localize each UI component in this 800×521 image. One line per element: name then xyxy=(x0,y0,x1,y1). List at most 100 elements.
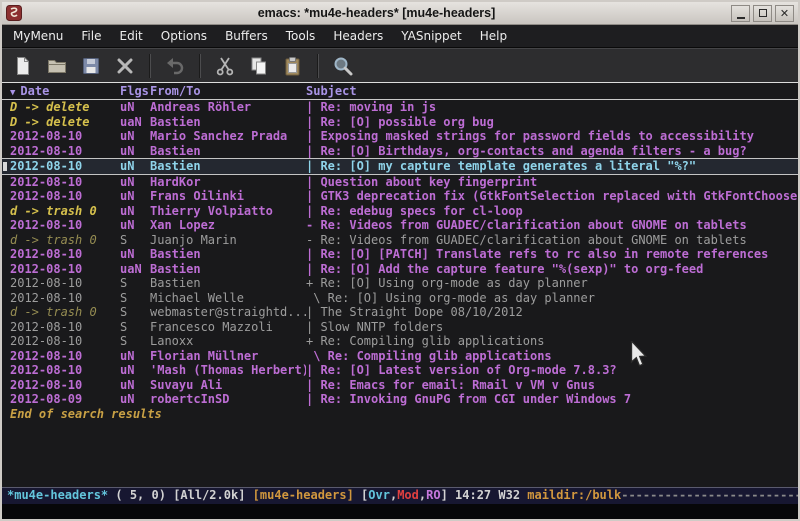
menu-item-edit[interactable]: Edit xyxy=(111,26,152,46)
message-flags: uN xyxy=(120,363,150,378)
message-flags: uN xyxy=(120,392,150,407)
message-flags: S xyxy=(120,334,150,349)
modeline-week-number: W32 xyxy=(498,488,527,502)
window-controls: ✕ xyxy=(731,5,794,22)
toolbar-separator xyxy=(317,54,319,78)
message-row[interactable]: 2012-08-09uNrobertcInSD| Re: Invoking Gn… xyxy=(2,392,798,407)
message-subject: \ Re: [O] Using org-mode as day planner xyxy=(306,291,798,306)
message-flags: uN xyxy=(120,159,150,174)
message-date-mark: 2012-08-10 xyxy=(10,144,120,159)
mode-line: *mu4e-headers* ( 5, 0) [All/2.0k] [mu4e-… xyxy=(2,487,798,504)
message-row[interactable]: 2012-08-10uNXan Lopez- Re: Videos from G… xyxy=(2,218,798,233)
modeline-bracket-close: ] xyxy=(441,488,455,502)
message-row[interactable]: 2012-08-10SBastien+ Re: [O] Using org-mo… xyxy=(2,276,798,291)
message-row[interactable]: d -> trash 0uNThierry Volpiatto| Re: ede… xyxy=(2,204,798,219)
title-bar[interactable]: emacs: *mu4e-headers* [mu4e-headers] ✕ xyxy=(2,2,798,25)
message-flags: uN xyxy=(120,100,150,115)
message-subject: | Re: moving in js xyxy=(306,100,798,115)
message-flags: uN xyxy=(120,247,150,262)
paste-icon[interactable] xyxy=(278,51,308,81)
menu-item-help[interactable]: Help xyxy=(471,26,516,46)
open-folder-icon[interactable] xyxy=(42,51,72,81)
menu-item-tools[interactable]: Tools xyxy=(277,26,325,46)
menu-item-yasnippet[interactable]: YASnippet xyxy=(392,26,471,46)
close-button[interactable]: ✕ xyxy=(775,5,794,22)
message-flags: uN xyxy=(120,129,150,144)
message-subject: | Re: [O] my capture template generates … xyxy=(306,159,798,174)
undo-icon[interactable] xyxy=(160,51,190,81)
message-from: Lanoxx xyxy=(150,334,306,349)
message-flags: uN xyxy=(120,349,150,364)
message-subject: | GTK3 deprecation fix (GtkFontSelection… xyxy=(306,189,798,204)
header-line: ▼Date Flgs From/To Subject xyxy=(2,83,798,100)
message-flags: uN xyxy=(120,189,150,204)
message-date-mark: 2012-08-09 xyxy=(10,392,120,407)
message-date-mark: d -> trash 0 xyxy=(10,305,120,320)
copy-icon[interactable] xyxy=(244,51,274,81)
message-subject: | Re: [O] Birthdays, org-contacts and ag… xyxy=(306,144,798,159)
message-flags: S xyxy=(120,276,150,291)
message-row[interactable]: d -> trash 0Swebmaster@straightd...| The… xyxy=(2,305,798,320)
cut-icon[interactable] xyxy=(210,51,240,81)
menu-item-options[interactable]: Options xyxy=(152,26,216,46)
message-row[interactable]: 2012-08-10uNBastien| Re: [O] Birthdays, … xyxy=(2,144,798,159)
message-flags: uN xyxy=(120,204,150,219)
message-subject: | Re: [O] [PATCH] Translate refs to rc a… xyxy=(306,247,798,262)
message-date-mark: 2012-08-10 xyxy=(10,363,120,378)
message-subject: | Re: [O] Latest version of Org-mode 7.8… xyxy=(306,363,798,378)
message-row[interactable]: 2012-08-10uNMario Sanchez Prada| Exposin… xyxy=(2,129,798,144)
message-from: Bastien xyxy=(150,276,306,291)
message-row[interactable]: 2012-08-10uNBastien| Re: [O] my capture … xyxy=(2,158,798,175)
menu-item-mymenu[interactable]: MyMenu xyxy=(4,26,72,46)
new-file-icon[interactable] xyxy=(8,51,38,81)
message-date-mark: 2012-08-10 xyxy=(10,291,120,306)
message-from: Mario Sanchez Prada xyxy=(150,129,306,144)
save-icon[interactable] xyxy=(76,51,106,81)
message-row[interactable]: 2012-08-10SLanoxx+ Re: Compiling glib ap… xyxy=(2,334,798,349)
message-row[interactable]: 2012-08-10uN'Mash (Thomas Herbert)| Re: … xyxy=(2,363,798,378)
message-from: Xan Lopez xyxy=(150,218,306,233)
message-from: 'Mash (Thomas Herbert) xyxy=(150,363,306,378)
message-from: Florian Müllner xyxy=(150,349,306,364)
message-row[interactable]: 2012-08-10uNFlorian Müllner \ Re: Compil… xyxy=(2,349,798,364)
message-from: Michael Welle xyxy=(150,291,306,306)
message-date-mark: 2012-08-10 xyxy=(10,218,120,233)
end-of-results-text: End of search results xyxy=(2,407,798,422)
maximize-button[interactable] xyxy=(753,5,772,22)
message-subject: | Re: [O] possible org bug xyxy=(306,115,798,130)
close-icon[interactable] xyxy=(110,51,140,81)
message-row[interactable]: d -> trash 0SJuanjo Marin- Re: Videos fr… xyxy=(2,233,798,248)
toolbar-separator xyxy=(199,54,201,78)
message-date-mark: d -> trash 0 xyxy=(10,233,120,248)
toolbar-separator xyxy=(149,54,151,78)
search-icon[interactable] xyxy=(328,51,358,81)
message-row[interactable]: 2012-08-10uNHardKor| Question about key … xyxy=(2,175,798,190)
message-row[interactable]: D -> deleteuNAndreas Röhler| Re: moving … xyxy=(2,100,798,115)
message-row[interactable]: 2012-08-10uNBastien| Re: [O] [PATCH] Tra… xyxy=(2,247,798,262)
menu-item-buffers[interactable]: Buffers xyxy=(216,26,277,46)
message-flags: uaN xyxy=(120,115,150,130)
echo-area[interactable] xyxy=(2,504,798,519)
message-row[interactable]: 2012-08-10uaNBastien| Re: [O] Add the ca… xyxy=(2,262,798,277)
message-date-mark: 2012-08-10 xyxy=(10,189,120,204)
headers-buffer[interactable]: ▼Date Flgs From/To Subject D -> deleteuN… xyxy=(2,83,798,487)
message-row[interactable]: 2012-08-10uNFrans Oilinki| GTK3 deprecat… xyxy=(2,189,798,204)
message-flags: uN xyxy=(120,218,150,233)
message-row[interactable]: 2012-08-10uNSuvayu Ali| Re: Emacs for em… xyxy=(2,378,798,393)
message-date-mark: 2012-08-10 xyxy=(10,129,120,144)
message-subject: | Re: Invoking GnuPG from CGI under Wind… xyxy=(306,392,798,407)
minimize-button[interactable] xyxy=(731,5,750,22)
menu-bar: MyMenuFileEditOptionsBuffersToolsHeaders… xyxy=(2,25,798,48)
sort-descending-icon[interactable]: ▼ xyxy=(10,88,15,98)
message-from: Suvayu Ali xyxy=(150,378,306,393)
message-row[interactable]: 2012-08-10SMichael Welle \ Re: [O] Using… xyxy=(2,291,798,306)
modeline-clock: 14:27 xyxy=(455,488,498,502)
message-row[interactable]: D -> deleteuaNBastien| Re: [O] possible … xyxy=(2,115,798,130)
message-row[interactable]: 2012-08-10SFrancesco Mazzoli| Slow NNTP … xyxy=(2,320,798,335)
message-from: Bastien xyxy=(150,144,306,159)
message-from: Bastien xyxy=(150,115,306,130)
modeline-filler: ----------------------------------------… xyxy=(621,488,798,502)
message-from: Bastien xyxy=(150,159,306,174)
menu-item-file[interactable]: File xyxy=(72,26,110,46)
menu-item-headers[interactable]: Headers xyxy=(324,26,392,46)
